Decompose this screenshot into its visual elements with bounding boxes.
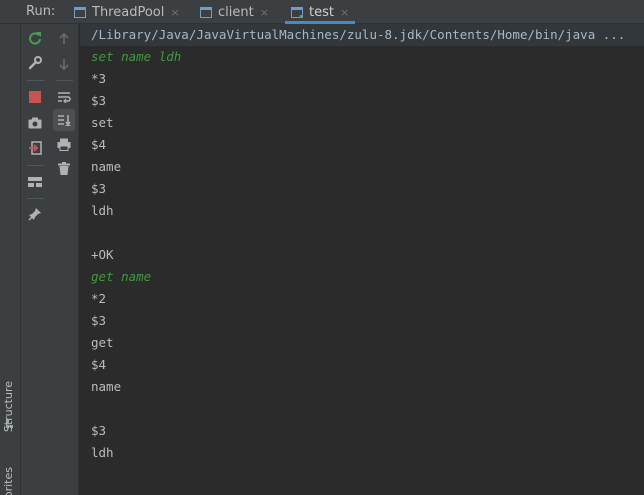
toolbar-separator [27,165,44,166]
console-command-line: /Library/Java/JavaVirtualMachines/zulu-8… [80,24,644,46]
tab-label: client [218,4,254,20]
layout-button[interactable] [24,171,46,193]
scroll-to-end-button[interactable] [53,109,75,131]
up-arrow-icon [58,30,70,49]
run-label: Run: [26,4,56,19]
console-output-line: get [91,335,114,350]
exit-button[interactable] [24,138,46,160]
console-output-line: $4 [91,137,107,152]
console-output-line: $3 [91,181,107,196]
clear-all-button[interactable] [53,158,75,180]
trash-icon [58,160,70,179]
application-run-icon [74,6,86,18]
close-icon[interactable]: × [260,6,269,19]
left-tool-strip: Structure Favorites [0,24,21,495]
toolbar-separator [27,80,44,81]
toolbar-separator [56,80,73,81]
application-run-icon [291,6,303,18]
favorites-tool-button[interactable]: Favorites [2,467,15,495]
stop-icon [29,88,41,107]
pin-icon [28,206,42,225]
tab-client[interactable]: client × [200,0,269,24]
console-output-line: set [91,115,114,130]
camera-icon [28,114,42,133]
up-stack-frame-button[interactable] [53,28,75,50]
layout-icon [28,173,42,192]
console-output[interactable]: /Library/Java/JavaVirtualMachines/zulu-8… [80,24,644,495]
console-output-line: ldh [91,203,114,218]
console-input-line: get name [91,269,152,284]
print-button[interactable] [53,134,75,156]
down-arrow-icon [58,55,70,74]
pin-tab-button[interactable] [24,204,46,226]
console-output-line: $3 [91,93,107,108]
run-toolbar-secondary [50,24,79,495]
scroll-to-end-icon [57,111,71,130]
tab-label: test [309,4,334,20]
console-output-line: *3 [91,71,107,86]
print-icon [57,136,71,155]
run-tool-window-header: Run: ThreadPool × client × test × [0,0,644,24]
console-input-line: set name ldh [91,49,182,64]
console-output-line: $3 [91,313,107,328]
exit-icon [28,140,42,159]
tab-threadpool[interactable]: ThreadPool × [74,0,180,24]
close-icon[interactable]: × [340,6,349,19]
console-output-line: name [91,159,122,174]
wrench-icon [28,55,42,74]
structure-tool-button[interactable]: Structure [2,381,15,432]
tab-label: ThreadPool [92,4,165,20]
edit-configuration-button[interactable] [24,53,46,75]
soft-wrap-icon [57,88,71,107]
close-icon[interactable]: × [170,6,179,19]
console-output-line: ldh [91,445,114,460]
console-output-line: *2 [91,291,107,306]
stop-button[interactable] [24,86,46,108]
tab-test[interactable]: test × [285,0,356,24]
console-output-line: $4 [91,357,107,372]
console-output-line: +OK [91,247,114,262]
console-output-line: name [91,379,122,394]
rerun-button[interactable] [24,28,46,50]
thread-dump-button[interactable] [24,112,46,134]
run-toolbar-primary [21,24,50,495]
console-output-line: $3 [91,423,107,438]
down-stack-frame-button[interactable] [53,53,75,75]
application-run-icon [200,6,212,18]
soft-wrap-button[interactable] [53,86,75,108]
toolbar-separator [27,198,44,199]
rerun-icon [28,30,42,49]
